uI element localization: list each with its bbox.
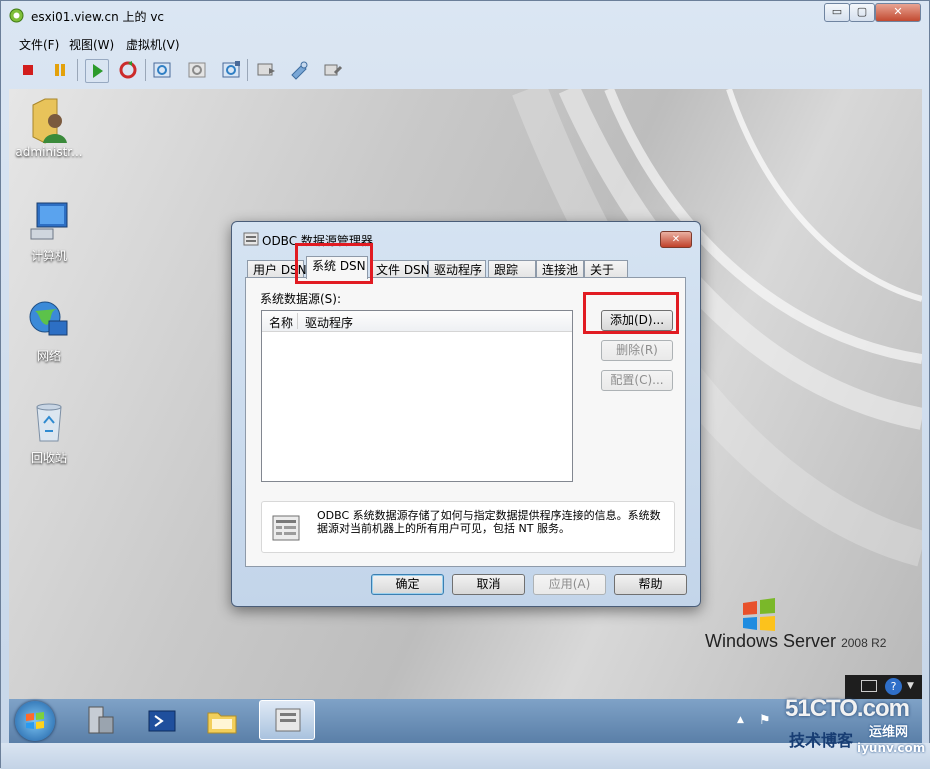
snapshot-manager-icon[interactable]	[220, 59, 242, 81]
tab-panel: 系统数据源(S): 名称 驱动程序 添加(D)... 删除(R) 配置(C)..…	[245, 277, 686, 567]
help-icon[interactable]: ?	[885, 678, 902, 695]
menu-file[interactable]: 文件(F)	[19, 36, 59, 53]
brand-name: Windows Server	[705, 631, 837, 651]
revert-snapshot-icon[interactable]	[186, 59, 208, 81]
apply-button[interactable]: 应用(A)	[533, 574, 606, 595]
highlight-add-button	[583, 292, 679, 334]
title-bar[interactable]: esxi01.view.cn 上的 vc ▭ ▢ ✕	[1, 1, 929, 31]
column-header-name[interactable]: 名称	[269, 314, 293, 331]
computer-icon	[27, 199, 71, 243]
desktop-icon-recycle-bin[interactable]: 回收站	[9, 401, 89, 466]
info-text: ODBC 系统数据源存储了如何与指定数据提供程序连接的信息。系统数据源对当前机器…	[317, 509, 661, 535]
toolbar-separator	[145, 59, 146, 81]
vm-console-window: esxi01.view.cn 上的 vc ▭ ▢ ✕ 文件(F) 视图(W) 虚…	[0, 0, 930, 769]
windows-start-icon	[26, 712, 44, 729]
desktop-icon-label: administr...	[15, 145, 83, 159]
watermark-site: 51CTO.com	[785, 695, 910, 722]
taskbar-powershell[interactable]	[143, 703, 181, 739]
dsn-list[interactable]: 名称 驱动程序	[261, 310, 573, 482]
start-button[interactable]	[15, 701, 55, 741]
keyboard-icon[interactable]	[861, 680, 877, 692]
column-divider	[297, 313, 298, 329]
tab-drivers[interactable]: 驱动程序	[428, 260, 486, 278]
vsphere-logo-icon	[9, 8, 24, 23]
desktop-icon-administrator[interactable]: administr...	[9, 97, 89, 159]
play-icon[interactable]	[85, 59, 109, 83]
help-button[interactable]: 帮助	[614, 574, 687, 595]
tab-about[interactable]: 关于	[584, 260, 628, 278]
tab-tracing[interactable]: 跟踪	[488, 260, 536, 278]
taskbar-explorer[interactable]	[203, 703, 241, 739]
odbc-info-icon	[270, 512, 302, 544]
settings-icon[interactable]	[288, 59, 310, 81]
desktop-icon-network[interactable]: 网络	[9, 299, 89, 364]
info-box: ODBC 系统数据源存储了如何与指定数据提供程序连接的信息。系统数据源对当前机器…	[261, 501, 675, 553]
console-icon[interactable]	[255, 59, 277, 81]
highlight-active-tab	[295, 243, 373, 284]
menu-view[interactable]: 视图(W)	[69, 36, 114, 53]
watermark-url: iyunv.com	[857, 741, 926, 755]
ok-button[interactable]: 确定	[371, 574, 444, 595]
tab-connection-pooling[interactable]: 连接池	[536, 260, 584, 278]
toolbar-separator	[77, 59, 78, 81]
toolbar	[9, 55, 921, 85]
watermark-net: 运维网	[869, 725, 909, 740]
taskbar-odbc-active[interactable]	[259, 700, 315, 740]
action-center-flag-icon[interactable]: ⚑	[759, 713, 771, 728]
desktop-icon-computer[interactable]: 计算机	[9, 199, 89, 264]
watermark: 51CTO.com 技术博客 运维网 iyunv.com	[785, 695, 925, 755]
toolbar-separator	[247, 59, 248, 81]
odbc-title-icon	[243, 232, 259, 246]
dialog-close-button[interactable]: ✕	[660, 231, 692, 248]
server-manager-icon	[88, 706, 114, 734]
cancel-button[interactable]: 取消	[452, 574, 525, 595]
odbc-dialog: ODBC 数据源管理器 ✕ 用户 DSN 系统 DSN 文件 DSN 驱动程序 …	[231, 221, 701, 607]
taskbar-server-manager[interactable]	[81, 703, 119, 739]
close-button[interactable]: ✕	[875, 3, 921, 22]
maximize-button[interactable]: ▢	[849, 3, 875, 22]
desktop-icon-label: 网络	[36, 349, 61, 363]
remove-button[interactable]: 删除(R)	[601, 340, 673, 361]
devices-icon[interactable]	[322, 59, 344, 81]
column-header-driver[interactable]: 驱动程序	[305, 314, 353, 331]
watermark-sub: 技术博客	[789, 731, 854, 750]
minimize-button[interactable]: ▭	[824, 3, 850, 22]
stop-icon[interactable]	[17, 59, 39, 81]
odbc-app-icon	[275, 708, 301, 732]
tray-chevron-icon[interactable]: ▲	[737, 715, 744, 725]
brand-version: 2008 R2	[841, 636, 887, 650]
desktop-icon-label: 回收站	[30, 451, 67, 465]
powershell-icon	[148, 710, 176, 732]
list-header: 名称 驱动程序	[262, 311, 572, 332]
menu-bar: 文件(F) 视图(W) 虚拟机(V)	[9, 33, 921, 53]
reset-icon[interactable]	[117, 59, 139, 81]
windows-flag-logo	[739, 597, 779, 633]
snapshot-icon[interactable]	[151, 59, 173, 81]
window-title: esxi01.view.cn 上的 vc	[31, 10, 165, 24]
pause-icon[interactable]	[49, 59, 71, 81]
desktop-icon-label: 计算机	[30, 249, 67, 263]
recycle-bin-icon	[27, 401, 71, 445]
chevron-down-icon[interactable]: ▼	[907, 681, 914, 691]
tab-file-dsn[interactable]: 文件 DSN	[370, 260, 430, 278]
system-dsn-label: 系统数据源(S):	[260, 292, 342, 306]
configure-button[interactable]: 配置(C)...	[601, 370, 673, 391]
network-icon	[27, 299, 71, 343]
windows-server-brand: Windows Server 2008 R2	[705, 631, 886, 652]
menu-vm[interactable]: 虚拟机(V)	[126, 36, 180, 53]
folder-icon	[207, 712, 237, 734]
user-folder-icon	[27, 97, 71, 144]
